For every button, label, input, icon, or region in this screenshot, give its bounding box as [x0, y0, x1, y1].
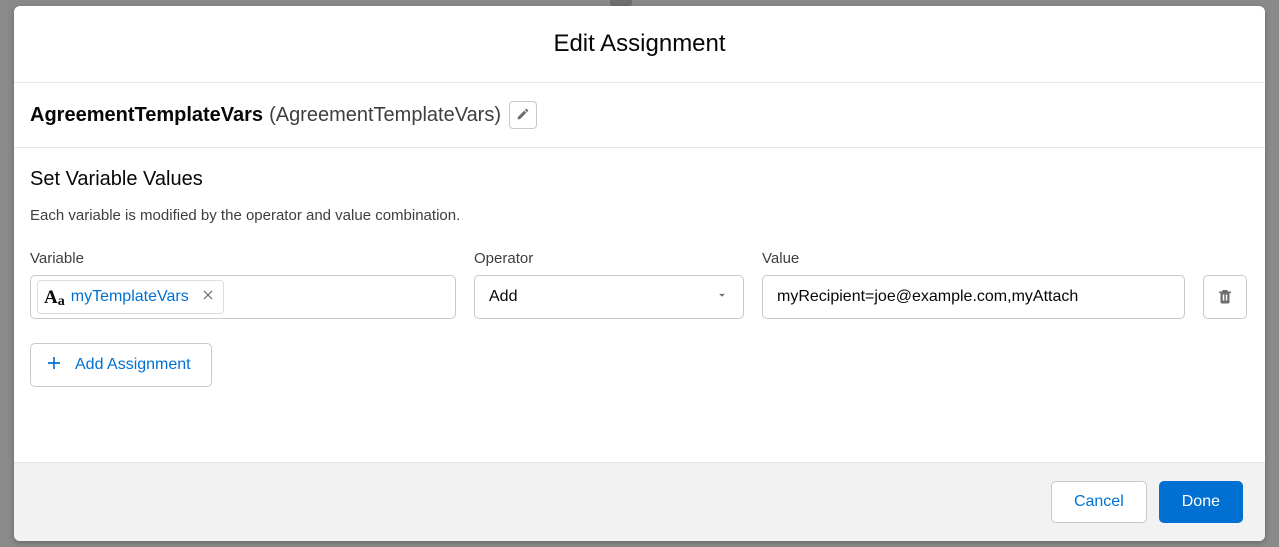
section-description: Each variable is modified by the operato… [30, 207, 1249, 224]
record-name-row: AgreementTemplateVars (AgreementTemplate… [14, 83, 1265, 148]
add-assignment-label: Add Assignment [75, 356, 191, 374]
add-assignment-button[interactable]: Add Assignment [30, 343, 212, 387]
plus-icon [45, 354, 63, 377]
variable-pill: Aa myTemplateVars [37, 280, 224, 314]
modal-body: Set Variable Values Each variable is mod… [14, 148, 1265, 462]
delete-row-button[interactable] [1203, 275, 1247, 319]
modal-footer: Cancel Done [14, 462, 1265, 541]
variable-label: Variable [30, 250, 456, 267]
operator-label: Operator [474, 250, 744, 267]
text-variable-icon: Aa [44, 288, 65, 307]
record-api-name: (AgreementTemplateVars) [269, 104, 501, 127]
operator-select[interactable]: Add [474, 275, 744, 319]
edit-name-button[interactable] [509, 101, 537, 129]
modal-header: Edit Assignment [14, 6, 1265, 83]
value-label: Value [762, 250, 1185, 267]
close-icon [201, 288, 215, 307]
chevron-down-icon [715, 288, 729, 307]
variable-pill-text: myTemplateVars [71, 288, 189, 306]
pencil-icon [516, 107, 530, 124]
assignment-row: Variable Aa myTemplateVars [30, 250, 1249, 319]
edit-assignment-modal: Edit Assignment AgreementTemplateVars (A… [14, 6, 1265, 541]
operator-value: Add [489, 288, 517, 306]
done-button[interactable]: Done [1159, 481, 1243, 523]
trash-icon [1216, 287, 1234, 308]
record-label: AgreementTemplateVars [30, 104, 263, 127]
remove-pill-button[interactable] [201, 288, 215, 307]
cancel-button[interactable]: Cancel [1051, 481, 1147, 523]
value-input[interactable] [762, 275, 1185, 319]
variable-input[interactable]: Aa myTemplateVars [30, 275, 456, 319]
modal-title: Edit Assignment [14, 30, 1265, 58]
section-title: Set Variable Values [30, 168, 1249, 191]
